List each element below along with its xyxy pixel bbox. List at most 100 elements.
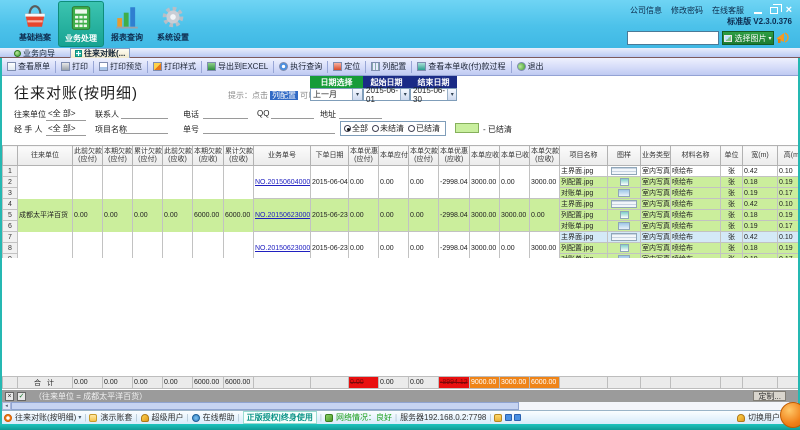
- close-button[interactable]: ×: [786, 5, 792, 15]
- thumbnail-image[interactable]: [611, 200, 637, 208]
- online-service-link[interactable]: 在线客服: [712, 5, 744, 16]
- report-selector[interactable]: 往来对账(按明细)▾: [4, 412, 81, 423]
- radio-unsettled[interactable]: 未结清: [372, 123, 404, 134]
- column-header[interactable]: 本单应付: [379, 146, 409, 166]
- column-header[interactable]: [3, 146, 18, 166]
- column-header[interactable]: 本单欠款(应收): [530, 146, 560, 166]
- column-header[interactable]: 本单优惠(应收): [439, 146, 470, 166]
- phone-input[interactable]: [203, 108, 248, 119]
- column-header[interactable]: 累计欠款(应收): [224, 146, 254, 166]
- order-input[interactable]: [203, 123, 335, 134]
- switch-user-button[interactable]: 切换用户: [737, 412, 780, 423]
- chat-links[interactable]: [494, 414, 523, 422]
- contact-input[interactable]: [121, 108, 168, 119]
- thumbnail-cell[interactable]: [608, 166, 641, 177]
- thumbnail-image[interactable]: [620, 244, 629, 252]
- chevron-down-icon[interactable]: ▾: [447, 89, 456, 100]
- column-header[interactable]: 本单应收: [470, 146, 500, 166]
- thumbnail-image[interactable]: [620, 211, 629, 219]
- toolbar-button-6[interactable]: 定位: [330, 60, 363, 74]
- nav-item-business[interactable]: 业务处理: [58, 1, 104, 47]
- handler-filter-value[interactable]: <全 部>: [46, 123, 86, 136]
- tab-reconciliation[interactable]: 往来对账(...: [70, 48, 130, 58]
- chevron-down-icon[interactable]: ▾: [400, 89, 409, 100]
- horn-icon[interactable]: [776, 30, 792, 44]
- tab-business-wizard[interactable]: 业务向导: [10, 48, 59, 58]
- select-image-button[interactable]: 选择图片 ▾: [722, 31, 774, 45]
- thumbnail-cell[interactable]: [608, 210, 641, 221]
- scroll-left-arrow[interactable]: ◂: [2, 402, 11, 410]
- column-config-link[interactable]: 列配置: [270, 91, 298, 100]
- scrollbar-thumb[interactable]: [11, 402, 519, 410]
- radio-settled[interactable]: 已结清: [408, 123, 440, 134]
- restore-button[interactable]: [770, 7, 778, 14]
- order-link[interactable]: NO.201506040001: [255, 179, 311, 186]
- order-link[interactable]: NO.201506230002: [255, 212, 311, 219]
- column-header[interactable]: 此前欠款(应收): [163, 146, 193, 166]
- qq-input[interactable]: [271, 108, 314, 119]
- company-info-link[interactable]: 公司信息: [630, 5, 662, 16]
- thumbnail-cell[interactable]: [608, 254, 641, 259]
- column-header[interactable]: 本期欠款(应付): [103, 146, 133, 166]
- chevron-down-icon[interactable]: ▾: [352, 89, 362, 100]
- thumbnail-cell[interactable]: [608, 232, 641, 243]
- column-header[interactable]: 本期欠款(应收): [193, 146, 224, 166]
- column-header[interactable]: 此前欠款(应付): [73, 146, 103, 166]
- toolbar-button-3[interactable]: 打印样式: [150, 60, 199, 74]
- toolbar-button-7[interactable]: 列配置: [368, 60, 409, 74]
- column-header[interactable]: 本单欠款(应付): [409, 146, 439, 166]
- clear-filter-button[interactable]: ×: [5, 392, 14, 401]
- toolbar-button-4[interactable]: 导出到EXCEL: [204, 60, 271, 74]
- toolbar-button-2[interactable]: 打印预览: [96, 60, 145, 74]
- thumbnail-image[interactable]: [620, 178, 629, 186]
- start-date-select[interactable]: 2015-06-01▾: [363, 88, 410, 101]
- column-header[interactable]: 图样: [608, 146, 641, 166]
- column-header[interactable]: 往来单位: [18, 146, 73, 166]
- toolbar-button-5[interactable]: 执行查询: [276, 60, 325, 74]
- thumbnail-image[interactable]: [618, 222, 630, 230]
- assistant-floating-button[interactable]: [780, 402, 800, 428]
- column-header[interactable]: 单位: [721, 146, 743, 166]
- change-password-link[interactable]: 修改密码: [671, 5, 703, 16]
- thumbnail-image[interactable]: [618, 255, 630, 258]
- toolbar-button-9[interactable]: 退出: [514, 60, 547, 74]
- horizontal-scrollbar[interactable]: ◂ ▸: [2, 402, 798, 410]
- thumbnail-cell[interactable]: [608, 199, 641, 210]
- address-input[interactable]: [339, 108, 382, 119]
- nav-item-base-data[interactable]: 基础档案: [12, 1, 58, 47]
- thumbnail-image[interactable]: [618, 189, 630, 197]
- date-preset-select[interactable]: 上一月▾: [310, 88, 363, 101]
- account-set[interactable]: 演示账套: [89, 412, 132, 423]
- thumbnail-cell[interactable]: [608, 177, 641, 188]
- column-header[interactable]: 业务类型: [641, 146, 671, 166]
- thumbnail-image[interactable]: [611, 167, 637, 175]
- toolbar-button-1[interactable]: 打印: [58, 60, 91, 74]
- column-header[interactable]: 高(m): [778, 146, 800, 166]
- toolbar-button-8[interactable]: 查看本单收(付)款过程: [414, 60, 508, 74]
- column-header[interactable]: 项目名称: [560, 146, 608, 166]
- search-input[interactable]: [627, 31, 719, 45]
- thumbnail-cell[interactable]: [608, 188, 641, 199]
- apply-filter-checkbox[interactable]: ✓: [17, 392, 26, 401]
- minimize-button[interactable]: [754, 12, 762, 14]
- column-header[interactable]: 材料名称: [671, 146, 721, 166]
- toolbar-button-0[interactable]: 查看原单: [4, 60, 53, 74]
- current-user[interactable]: 超级用户: [141, 412, 184, 423]
- radio-all[interactable]: 全部: [344, 123, 368, 134]
- column-header[interactable]: 下单日期: [311, 146, 349, 166]
- column-header[interactable]: 累计欠款(应付): [133, 146, 163, 166]
- order-link[interactable]: NO.201506230003: [255, 245, 311, 252]
- thumbnail-cell[interactable]: [608, 243, 641, 254]
- thumbnail-cell[interactable]: [608, 221, 641, 232]
- column-header[interactable]: 业务单号: [254, 146, 311, 166]
- column-header[interactable]: 本单已收: [500, 146, 530, 166]
- thumbnail-image[interactable]: [611, 233, 637, 241]
- nav-item-settings[interactable]: 系统设置: [150, 1, 196, 47]
- online-help[interactable]: 在线帮助: [192, 412, 235, 423]
- nav-item-reports[interactable]: 报表查询: [104, 1, 150, 47]
- column-header[interactable]: 宽(m): [743, 146, 778, 166]
- column-header[interactable]: 本单优惠(应付): [349, 146, 379, 166]
- customize-button[interactable]: 定制...: [753, 391, 786, 401]
- unit-filter-value[interactable]: <全 部>: [46, 108, 86, 121]
- end-date-select[interactable]: 2015-06-30▾: [410, 88, 457, 101]
